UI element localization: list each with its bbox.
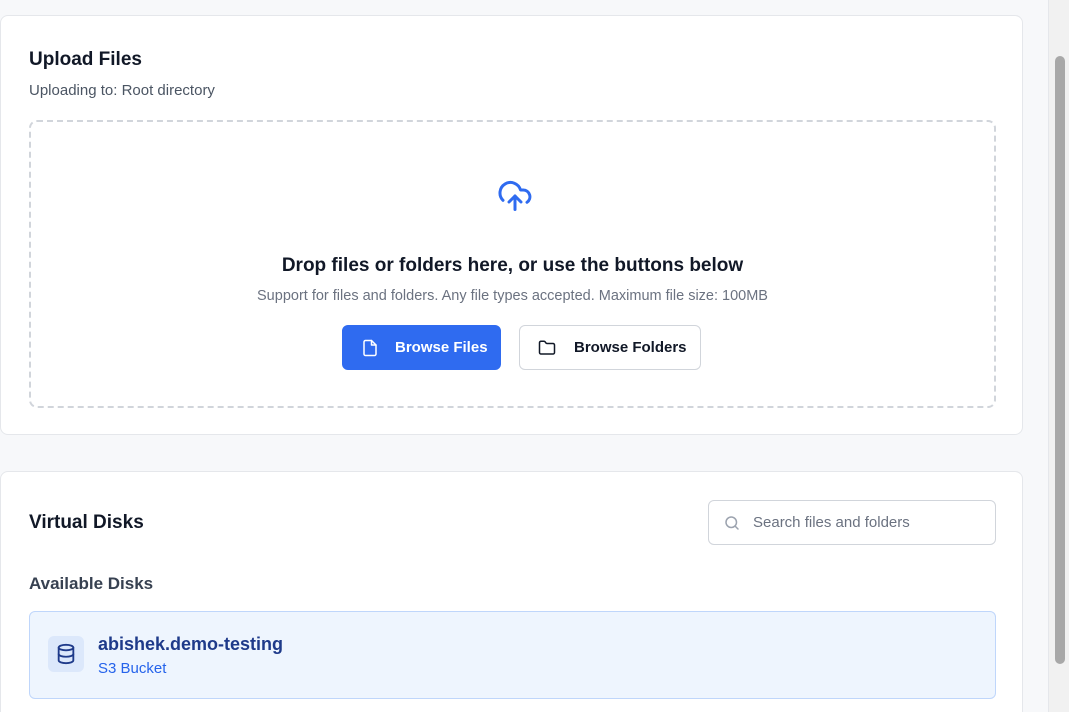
- disk-icon-badge: [48, 636, 84, 672]
- dropzone-heading: Drop files or folders here, or use the b…: [281, 255, 744, 276]
- virtual-disks-title: Virtual Disks: [29, 512, 144, 533]
- upload-destination: Uploading to: Root directory: [29, 82, 215, 99]
- disk-item[interactable]: abishek.demo-testing S3 Bucket: [29, 611, 996, 699]
- disk-name: abishek.demo-testing: [98, 634, 284, 654]
- dropzone-subtext: Support for files and folders. Any file …: [257, 288, 768, 304]
- browse-files-label: Browse Files: [395, 339, 488, 356]
- search-box[interactable]: [708, 500, 996, 545]
- cloud-upload-icon: [498, 181, 532, 211]
- browse-files-button[interactable]: Browse Files: [342, 325, 501, 370]
- virtual-disks-card: Virtual Disks Available Disks abishek.de…: [0, 471, 1023, 712]
- upload-card: Upload Files Uploading to: Root director…: [0, 15, 1023, 435]
- dropzone[interactable]: Drop files or folders here, or use the b…: [29, 120, 996, 408]
- upload-title: Upload Files: [29, 49, 142, 70]
- scrollbar-thumb[interactable]: [1055, 56, 1065, 664]
- folder-icon: [538, 340, 556, 355]
- available-disks-label: Available Disks: [29, 574, 154, 593]
- database-icon: [57, 643, 75, 665]
- browse-folders-button[interactable]: Browse Folders: [519, 325, 701, 370]
- search-icon: [725, 516, 739, 530]
- file-icon: [363, 339, 377, 356]
- scrollbar-track[interactable]: [1048, 0, 1069, 712]
- page: Upload Files Uploading to: Root director…: [0, 0, 1069, 712]
- browse-folders-label: Browse Folders: [574, 339, 687, 356]
- search-input[interactable]: [753, 501, 989, 544]
- disk-type: S3 Bucket: [98, 660, 167, 677]
